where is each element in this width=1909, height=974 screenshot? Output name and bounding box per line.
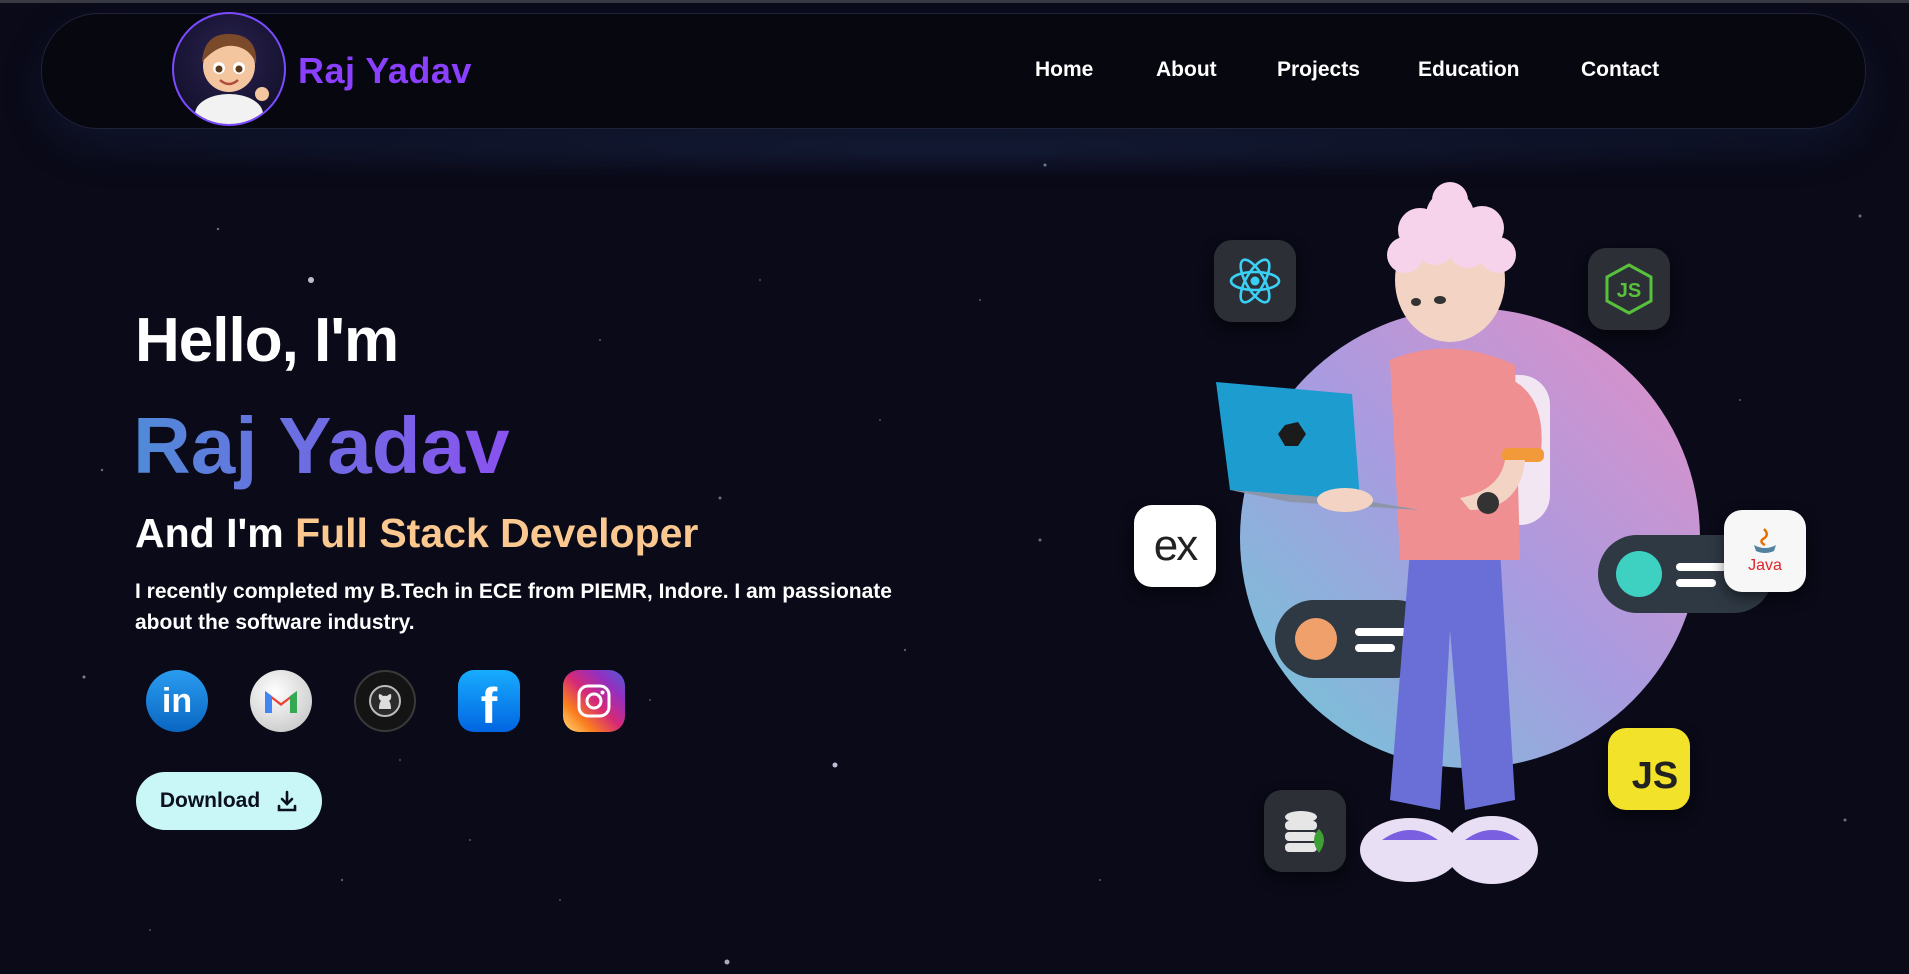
description-line-1: I recently completed my B.Tech in ECE fr… (135, 580, 892, 603)
express-tile: ex (1134, 505, 1216, 587)
download-label: Download (159, 789, 261, 812)
javascript-tile: JS (1608, 728, 1690, 810)
instagram-icon (577, 684, 611, 718)
nav-projects[interactable]: Projects (1277, 58, 1360, 82)
hero-role: And I'm Full Stack Developer (135, 510, 698, 557)
facebook-link[interactable]: f (458, 670, 520, 734)
brand-name[interactable]: Raj Yadav (298, 50, 472, 92)
role-prefix: And I'm (135, 510, 296, 556)
cartoon-boy-avatar-icon (195, 33, 269, 124)
github-icon (369, 685, 401, 717)
mongodb-icon (1285, 811, 1324, 853)
gmail-icon (265, 691, 297, 713)
react-icon (1229, 258, 1281, 304)
hero-name: Raj Yadav (133, 401, 510, 490)
download-button[interactable]: Download (136, 772, 322, 830)
mongodb-tile (1264, 790, 1346, 872)
java-label: Java (1748, 557, 1782, 574)
react-tile (1214, 240, 1296, 322)
gmail-link[interactable] (250, 670, 312, 732)
nav-contact[interactable]: Contact (1581, 58, 1659, 82)
description-line-2: about the software industry. (135, 611, 415, 634)
developer-illustration: JS ex Java JS (1120, 160, 1840, 920)
github-link[interactable] (354, 670, 416, 732)
linkedin-link[interactable]: in (146, 670, 208, 732)
nodejs-icon: JS (1605, 263, 1653, 315)
nav-about[interactable]: About (1156, 58, 1217, 82)
hero-description: I recently completed my B.Tech in ECE fr… (135, 576, 935, 638)
nav-home[interactable]: Home (1035, 58, 1093, 82)
facebook-icon: f (480, 678, 498, 734)
download-icon (277, 790, 297, 812)
nodejs-tile: JS (1588, 248, 1670, 330)
java-tile: Java (1724, 510, 1806, 592)
javascript-icon: JS (1631, 754, 1679, 797)
nav-education[interactable]: Education (1418, 58, 1520, 82)
instagram-link[interactable] (563, 670, 625, 732)
java-cup-icon (1753, 528, 1776, 553)
avatar[interactable] (172, 12, 286, 126)
express-icon: ex (1153, 521, 1199, 570)
svg-text:JS: JS (1617, 280, 1641, 302)
role-highlight: Full Stack Developer (295, 510, 699, 556)
hero-greeting: Hello, I'm (135, 306, 399, 375)
java-icon: Java (1748, 527, 1782, 575)
linkedin-icon: in (161, 681, 193, 720)
